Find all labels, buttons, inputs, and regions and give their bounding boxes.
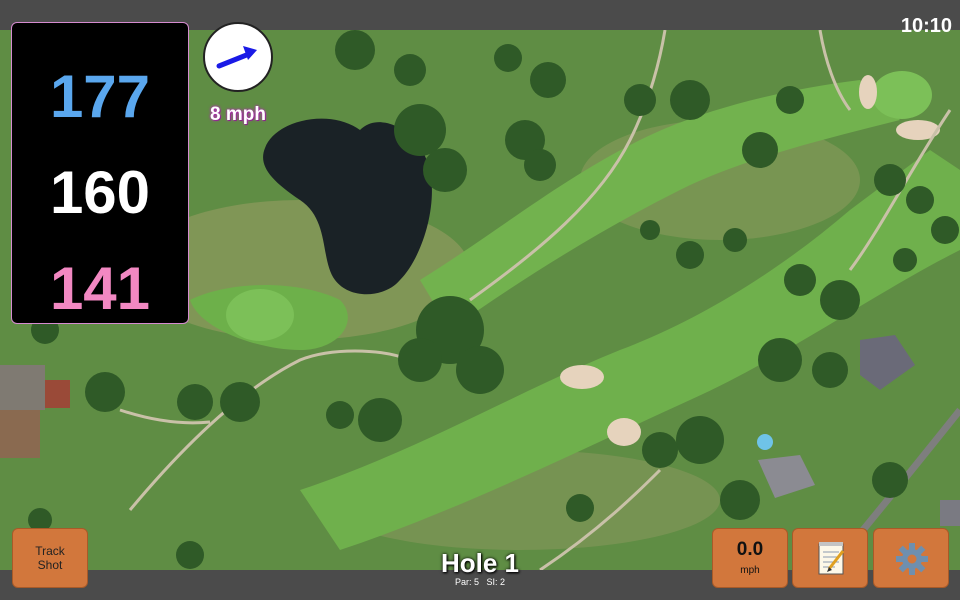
track-shot-label-line2: Shot xyxy=(37,558,63,572)
wind-speed-label: 8 mph xyxy=(210,104,266,125)
distance-back-of-green: 177 xyxy=(49,63,151,130)
track-shot-button[interactable]: Track Shot xyxy=(12,528,88,588)
hole-par: Par: 5 xyxy=(454,577,479,587)
clock: 10:10 xyxy=(900,15,952,37)
notepad-icon xyxy=(818,542,845,575)
arrow-east-icon xyxy=(216,46,257,69)
speed-value: 0.0 xyxy=(736,539,764,560)
hole-title: Hole 1 xyxy=(440,548,520,578)
distance-front-of-green: 141 xyxy=(49,255,151,322)
track-shot-label-line1: Track xyxy=(35,544,65,558)
scorecard-notes-button[interactable] xyxy=(792,528,868,588)
distance-panel: 177 160 141 xyxy=(11,22,189,324)
gear-icon xyxy=(896,543,928,575)
settings-button[interactable] xyxy=(873,528,949,588)
wind-direction-indicator xyxy=(203,22,273,92)
speed-unit: mph xyxy=(740,565,760,576)
hole-stroke-index: SI: 2 xyxy=(486,577,506,587)
speed-button[interactable]: 0.0 mph xyxy=(712,528,788,588)
hole-info: Par: 5 SI: 2 xyxy=(380,577,580,587)
distance-middle-of-green: 160 xyxy=(49,159,151,226)
